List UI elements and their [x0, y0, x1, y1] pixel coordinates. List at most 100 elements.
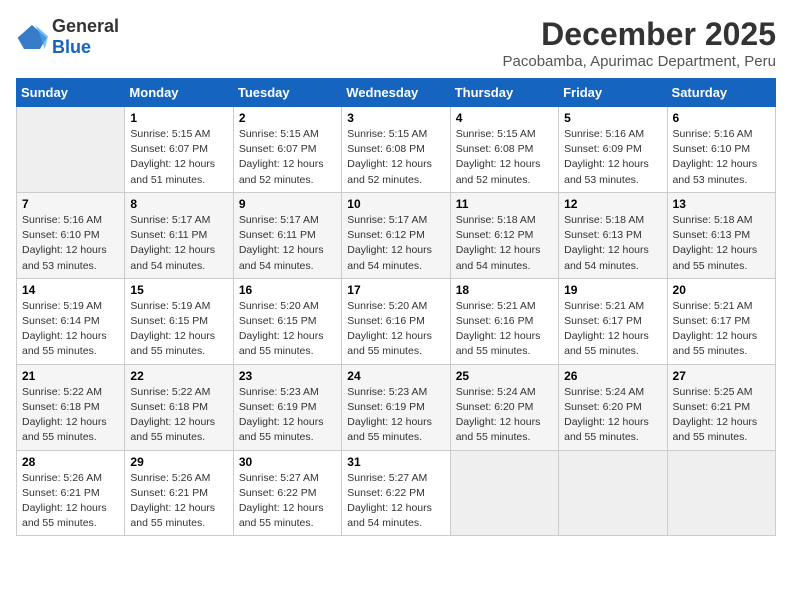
day-number: 31 [347, 455, 444, 469]
day-number: 20 [673, 283, 770, 297]
header-day-tuesday: Tuesday [233, 79, 341, 107]
calendar-cell: 31 Sunrise: 5:27 AMSunset: 6:22 PMDaylig… [342, 450, 450, 536]
calendar-cell [559, 450, 667, 536]
day-number: 2 [239, 111, 336, 125]
day-number: 23 [239, 369, 336, 383]
calendar-cell: 24 Sunrise: 5:23 AMSunset: 6:19 PMDaylig… [342, 364, 450, 450]
day-detail: Sunrise: 5:25 AMSunset: 6:21 PMDaylight:… [673, 386, 758, 444]
calendar-cell: 20 Sunrise: 5:21 AMSunset: 6:17 PMDaylig… [667, 278, 775, 364]
header-day-saturday: Saturday [667, 79, 775, 107]
calendar-cell: 28 Sunrise: 5:26 AMSunset: 6:21 PMDaylig… [17, 450, 125, 536]
day-detail: Sunrise: 5:27 AMSunset: 6:22 PMDaylight:… [239, 472, 324, 530]
calendar-cell: 27 Sunrise: 5:25 AMSunset: 6:21 PMDaylig… [667, 364, 775, 450]
calendar-cell: 9 Sunrise: 5:17 AMSunset: 6:11 PMDayligh… [233, 192, 341, 278]
day-detail: Sunrise: 5:21 AMSunset: 6:16 PMDaylight:… [456, 300, 541, 358]
calendar-cell [667, 450, 775, 536]
day-number: 1 [130, 111, 227, 125]
day-number: 3 [347, 111, 444, 125]
calendar-cell: 22 Sunrise: 5:22 AMSunset: 6:18 PMDaylig… [125, 364, 233, 450]
day-number: 14 [22, 283, 119, 297]
calendar-cell: 11 Sunrise: 5:18 AMSunset: 6:12 PMDaylig… [450, 192, 558, 278]
header-day-monday: Monday [125, 79, 233, 107]
day-detail: Sunrise: 5:21 AMSunset: 6:17 PMDaylight:… [673, 300, 758, 358]
calendar-cell: 17 Sunrise: 5:20 AMSunset: 6:16 PMDaylig… [342, 278, 450, 364]
day-detail: Sunrise: 5:15 AMSunset: 6:08 PMDaylight:… [347, 128, 432, 186]
day-number: 13 [673, 197, 770, 211]
day-number: 10 [347, 197, 444, 211]
day-number: 6 [673, 111, 770, 125]
day-number: 19 [564, 283, 661, 297]
day-detail: Sunrise: 5:24 AMSunset: 6:20 PMDaylight:… [564, 386, 649, 444]
day-number: 5 [564, 111, 661, 125]
day-detail: Sunrise: 5:20 AMSunset: 6:16 PMDaylight:… [347, 300, 432, 358]
calendar-cell: 12 Sunrise: 5:18 AMSunset: 6:13 PMDaylig… [559, 192, 667, 278]
day-number: 4 [456, 111, 553, 125]
header-day-thursday: Thursday [450, 79, 558, 107]
title-area: December 2025 Pacobamba, Apurimac Depart… [503, 16, 776, 70]
day-number: 30 [239, 455, 336, 469]
logo-general-text: General [52, 16, 119, 36]
calendar-cell: 30 Sunrise: 5:27 AMSunset: 6:22 PMDaylig… [233, 450, 341, 536]
day-number: 8 [130, 197, 227, 211]
logo-blue-text: Blue [52, 37, 91, 57]
day-detail: Sunrise: 5:22 AMSunset: 6:18 PMDaylight:… [22, 386, 107, 444]
day-detail: Sunrise: 5:20 AMSunset: 6:15 PMDaylight:… [239, 300, 324, 358]
week-row-3: 14 Sunrise: 5:19 AMSunset: 6:14 PMDaylig… [17, 278, 776, 364]
day-detail: Sunrise: 5:17 AMSunset: 6:12 PMDaylight:… [347, 214, 432, 272]
day-detail: Sunrise: 5:21 AMSunset: 6:17 PMDaylight:… [564, 300, 649, 358]
calendar-cell: 23 Sunrise: 5:23 AMSunset: 6:19 PMDaylig… [233, 364, 341, 450]
main-title: December 2025 [503, 16, 776, 53]
calendar-cell: 16 Sunrise: 5:20 AMSunset: 6:15 PMDaylig… [233, 278, 341, 364]
day-detail: Sunrise: 5:15 AMSunset: 6:07 PMDaylight:… [130, 128, 215, 186]
day-detail: Sunrise: 5:17 AMSunset: 6:11 PMDaylight:… [130, 214, 215, 272]
day-detail: Sunrise: 5:18 AMSunset: 6:13 PMDaylight:… [564, 214, 649, 272]
calendar-cell: 18 Sunrise: 5:21 AMSunset: 6:16 PMDaylig… [450, 278, 558, 364]
calendar-cell: 3 Sunrise: 5:15 AMSunset: 6:08 PMDayligh… [342, 107, 450, 193]
calendar-cell: 13 Sunrise: 5:18 AMSunset: 6:13 PMDaylig… [667, 192, 775, 278]
calendar-cell: 5 Sunrise: 5:16 AMSunset: 6:09 PMDayligh… [559, 107, 667, 193]
header-day-friday: Friday [559, 79, 667, 107]
day-detail: Sunrise: 5:16 AMSunset: 6:09 PMDaylight:… [564, 128, 649, 186]
day-number: 27 [673, 369, 770, 383]
day-number: 7 [22, 197, 119, 211]
week-row-1: 1 Sunrise: 5:15 AMSunset: 6:07 PMDayligh… [17, 107, 776, 193]
day-number: 29 [130, 455, 227, 469]
day-detail: Sunrise: 5:16 AMSunset: 6:10 PMDaylight:… [22, 214, 107, 272]
calendar-cell: 29 Sunrise: 5:26 AMSunset: 6:21 PMDaylig… [125, 450, 233, 536]
calendar-cell: 10 Sunrise: 5:17 AMSunset: 6:12 PMDaylig… [342, 192, 450, 278]
subtitle: Pacobamba, Apurimac Department, Peru [503, 53, 776, 70]
calendar-cell [450, 450, 558, 536]
week-row-2: 7 Sunrise: 5:16 AMSunset: 6:10 PMDayligh… [17, 192, 776, 278]
day-number: 9 [239, 197, 336, 211]
day-number: 15 [130, 283, 227, 297]
day-detail: Sunrise: 5:19 AMSunset: 6:15 PMDaylight:… [130, 300, 215, 358]
calendar-cell: 14 Sunrise: 5:19 AMSunset: 6:14 PMDaylig… [17, 278, 125, 364]
day-detail: Sunrise: 5:15 AMSunset: 6:07 PMDaylight:… [239, 128, 324, 186]
day-detail: Sunrise: 5:18 AMSunset: 6:12 PMDaylight:… [456, 214, 541, 272]
day-number: 17 [347, 283, 444, 297]
day-detail: Sunrise: 5:26 AMSunset: 6:21 PMDaylight:… [22, 472, 107, 530]
day-number: 11 [456, 197, 553, 211]
day-detail: Sunrise: 5:27 AMSunset: 6:22 PMDaylight:… [347, 472, 432, 530]
calendar-cell: 2 Sunrise: 5:15 AMSunset: 6:07 PMDayligh… [233, 107, 341, 193]
day-detail: Sunrise: 5:19 AMSunset: 6:14 PMDaylight:… [22, 300, 107, 358]
calendar-cell: 1 Sunrise: 5:15 AMSunset: 6:07 PMDayligh… [125, 107, 233, 193]
day-detail: Sunrise: 5:18 AMSunset: 6:13 PMDaylight:… [673, 214, 758, 272]
day-detail: Sunrise: 5:17 AMSunset: 6:11 PMDaylight:… [239, 214, 324, 272]
calendar-cell: 8 Sunrise: 5:17 AMSunset: 6:11 PMDayligh… [125, 192, 233, 278]
calendar-header-row: SundayMondayTuesdayWednesdayThursdayFrid… [17, 79, 776, 107]
calendar-cell: 26 Sunrise: 5:24 AMSunset: 6:20 PMDaylig… [559, 364, 667, 450]
logo: General Blue [16, 16, 119, 58]
day-number: 25 [456, 369, 553, 383]
header-day-wednesday: Wednesday [342, 79, 450, 107]
day-detail: Sunrise: 5:15 AMSunset: 6:08 PMDaylight:… [456, 128, 541, 186]
calendar-cell: 19 Sunrise: 5:21 AMSunset: 6:17 PMDaylig… [559, 278, 667, 364]
day-detail: Sunrise: 5:23 AMSunset: 6:19 PMDaylight:… [239, 386, 324, 444]
day-detail: Sunrise: 5:16 AMSunset: 6:10 PMDaylight:… [673, 128, 758, 186]
calendar-cell: 4 Sunrise: 5:15 AMSunset: 6:08 PMDayligh… [450, 107, 558, 193]
day-number: 26 [564, 369, 661, 383]
day-number: 24 [347, 369, 444, 383]
day-number: 21 [22, 369, 119, 383]
header: General Blue December 2025 Pacobamba, Ap… [16, 16, 776, 70]
day-detail: Sunrise: 5:22 AMSunset: 6:18 PMDaylight:… [130, 386, 215, 444]
